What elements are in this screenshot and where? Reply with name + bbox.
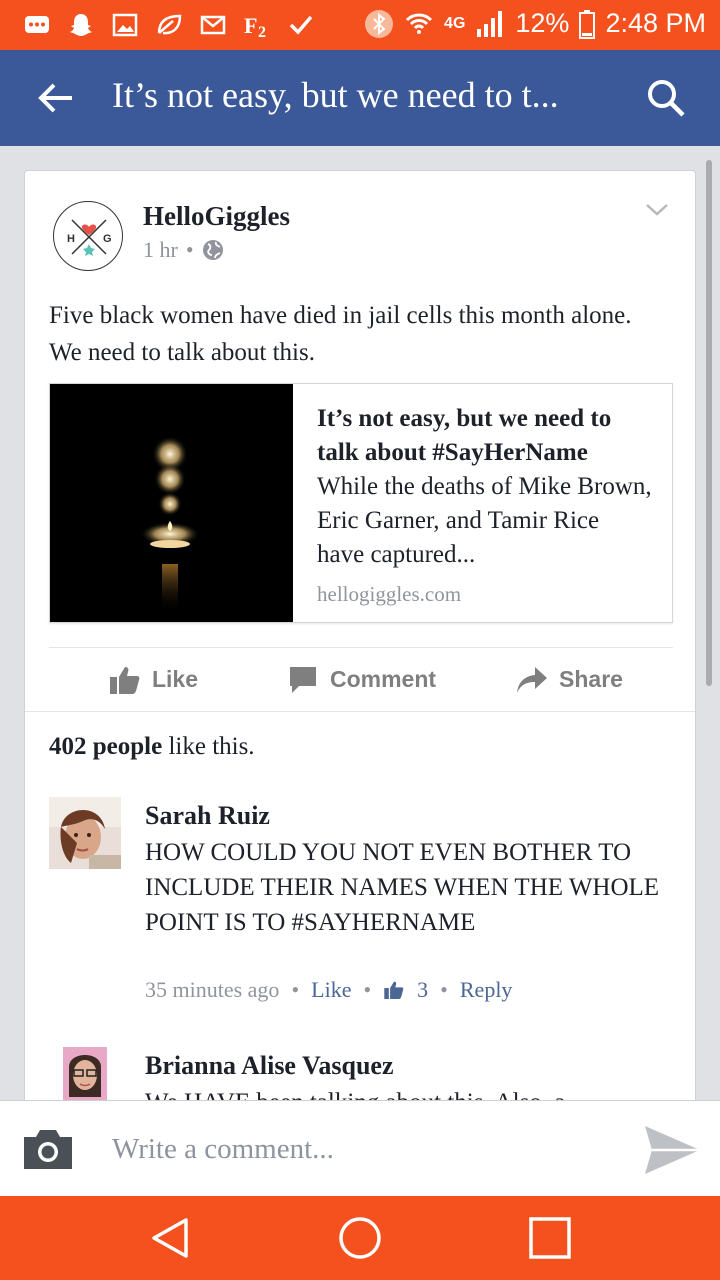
link-image [50,384,293,622]
meta-dot: • [440,977,448,1002]
share-icon [517,666,548,693]
avatar[interactable] [63,1047,107,1105]
meta-dot: • [291,977,300,1002]
send-button[interactable] [642,1123,702,1177]
snapchat-icon [66,10,96,40]
comment-like-count[interactable]: 3 [417,977,428,1003]
gallery-icon [110,10,140,40]
search-button[interactable] [644,76,688,120]
likes-count: 402 people [49,733,163,760]
meta-separator: • [185,237,194,262]
scrollbar[interactable] [706,160,712,686]
share-label: Share [559,666,623,692]
post-text: Five black women have died in jail cells… [49,302,632,366]
chevron-down-icon [646,204,668,216]
comment-text: HOW COULD YOU NOT EVEN BOTHER TO INCLUDE… [145,839,660,936]
network-type: 4G [444,14,466,32]
link-description: While the deaths of Mike Brown, Eric Gar… [317,473,652,568]
post-card: H G HelloGiggles 1 hr • Five black women… [24,170,696,1110]
app-bar: It’s not easy, but we need to t... [0,50,720,146]
comment-input[interactable] [112,1129,612,1169]
signal-icon [477,10,503,37]
star-icon [83,244,95,256]
comment-composer [0,1100,720,1196]
f2-icon: F2 [242,10,272,40]
link-body: It’s not easy, but we need to talk about… [293,384,672,622]
leaf-icon [154,10,184,40]
navigation-bar [0,1196,720,1280]
comment-author[interactable]: Brianna Alise Vasquez [145,1051,394,1081]
nav-home-button[interactable] [336,1214,384,1262]
like-button[interactable]: Like [49,648,257,711]
back-button[interactable] [34,76,78,120]
page-avatar[interactable]: H G [53,201,123,271]
messaging-icon [22,10,52,40]
divider [25,711,695,712]
page-title: It’s not easy, but we need to t... [112,75,559,115]
bluetooth-icon [365,9,394,38]
status-bar: F2 4G 12% 2:48 PM [0,0,720,50]
avatar-letter-right: G [103,233,112,245]
likes-summary[interactable]: 402 people like this. [49,733,255,761]
nav-recents-button[interactable] [526,1214,574,1262]
candle-photo [50,384,293,622]
send-icon [645,1126,700,1174]
share-button[interactable]: Share [465,648,673,711]
notification-icons: F2 [22,10,316,40]
gmail-icon [198,10,228,40]
home-circle-icon [339,1217,381,1259]
comment-time: 35 minutes ago [145,977,280,1002]
wifi-icon [405,13,433,34]
back-arrow-icon [38,83,72,113]
comment-like-button[interactable]: Like [311,977,351,1003]
check-icon [286,10,316,40]
post-options-button[interactable] [643,197,671,221]
comment-author[interactable]: Sarah Ruiz [145,801,270,831]
comment: Sarah Ruiz HOW COULD YOU NOT EVEN BOTHER… [49,797,669,1037]
post-author[interactable]: HelloGiggles [143,201,290,232]
svg-text:F: F [244,13,257,38]
post-time[interactable]: 1 hr [143,237,178,263]
search-icon [648,80,685,117]
comment-button[interactable]: Comment [257,648,465,711]
link-domain: hellogiggles.com [317,582,462,606]
like-label: Like [151,666,199,692]
comment-icon [289,666,316,693]
globe-icon [202,240,223,260]
avatar[interactable] [49,797,121,869]
system-status: 4G 12% 2:48 PM [364,8,706,39]
link-preview[interactable]: It’s not easy, but we need to talk about… [49,383,673,623]
camera-icon [24,1130,72,1169]
battery-percent: 12% [515,8,570,38]
thumbs-up-icon [109,666,140,694]
recents-square-icon [529,1217,571,1259]
camera-button[interactable] [22,1127,74,1171]
comment-label: Comment [329,666,437,692]
nav-back-button[interactable] [146,1214,194,1262]
back-triangle-icon [152,1218,188,1258]
action-bar: Like Comment Share [49,647,673,711]
likes-suffix: like this. [162,733,255,760]
heart-icon [81,224,97,235]
comment-meta: 35 minutes ago • Like • 3 • Reply [145,977,512,1003]
battery-icon [579,9,596,39]
reply-button[interactable]: Reply [460,977,513,1003]
thumbs-up-icon [384,981,404,1000]
post-meta: 1 hr • [143,237,224,263]
avatar-letter-left: H [67,233,75,245]
link-title: It’s not easy, but we need to talk about… [317,405,612,466]
clock: 2:48 PM [605,8,706,38]
svg-text:2: 2 [258,24,266,39]
meta-dot: • [363,977,372,1002]
